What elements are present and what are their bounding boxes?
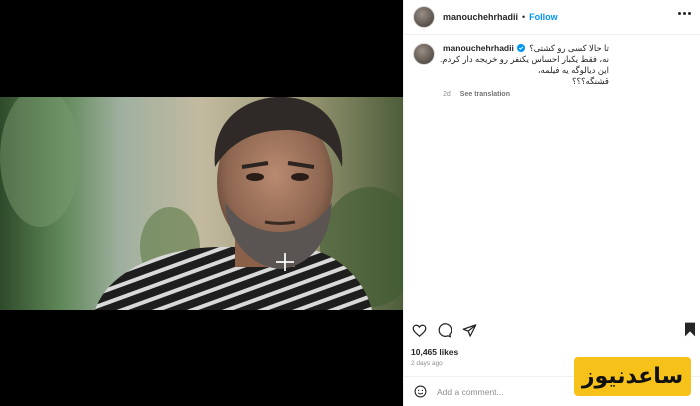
post-timestamp[interactable]: 2 days ago [411, 360, 443, 367]
caption-line: این دیالوگه یه فیلمه، [537, 65, 609, 75]
caption-age[interactable]: 2d [443, 91, 451, 98]
see-translation-link[interactable]: See translation [460, 91, 510, 98]
more-icon[interactable] [678, 12, 691, 15]
post-caption: manouchehrhadii تا حالا کسی رو کشتی؟ نه،… [413, 43, 693, 98]
caption-body: manouchehrhadii تا حالا کسی رو کشتی؟ نه،… [440, 43, 693, 98]
likes-count[interactable]: 10,465 likes [411, 347, 458, 357]
share-icon[interactable] [462, 323, 477, 338]
post-photo[interactable] [0, 97, 403, 310]
comment-input[interactable] [437, 386, 557, 397]
caption-line: قشنگه؟؟؟ [572, 76, 609, 86]
caption-avatar[interactable] [413, 43, 435, 65]
comment-icon[interactable] [437, 322, 452, 338]
post-header: manouchehrhadii • Follow [404, 0, 700, 35]
header-separator: • [522, 12, 526, 22]
caption-username[interactable]: manouchehrhadii [443, 43, 514, 53]
post-side-panel: manouchehrhadii • Follow manouchehrhadii… [403, 0, 700, 406]
portrait-image [0, 97, 403, 310]
header-username[interactable]: manouchehrhadii [443, 12, 518, 22]
watermark-text: ساعدنیوز [581, 364, 684, 389]
follow-button[interactable]: Follow [529, 12, 558, 22]
heart-icon[interactable] [412, 323, 427, 338]
site-watermark-logo: ساعدنیوز [574, 357, 691, 396]
post-media[interactable] [0, 0, 403, 406]
caption-line: نه، فقط یکبار احساس یکنفر رو خریجه دار ک… [439, 54, 609, 64]
verified-icon [516, 44, 525, 52]
photo-crosshair-mark [276, 253, 294, 271]
avatar[interactable] [413, 6, 435, 28]
bookmark-icon[interactable] [683, 322, 697, 337]
caption-meta: 2d See translation [443, 91, 693, 98]
instagram-post: manouchehrhadii • Follow manouchehrhadii… [0, 0, 700, 406]
action-bar [412, 320, 697, 340]
emoji-icon[interactable] [414, 385, 427, 398]
